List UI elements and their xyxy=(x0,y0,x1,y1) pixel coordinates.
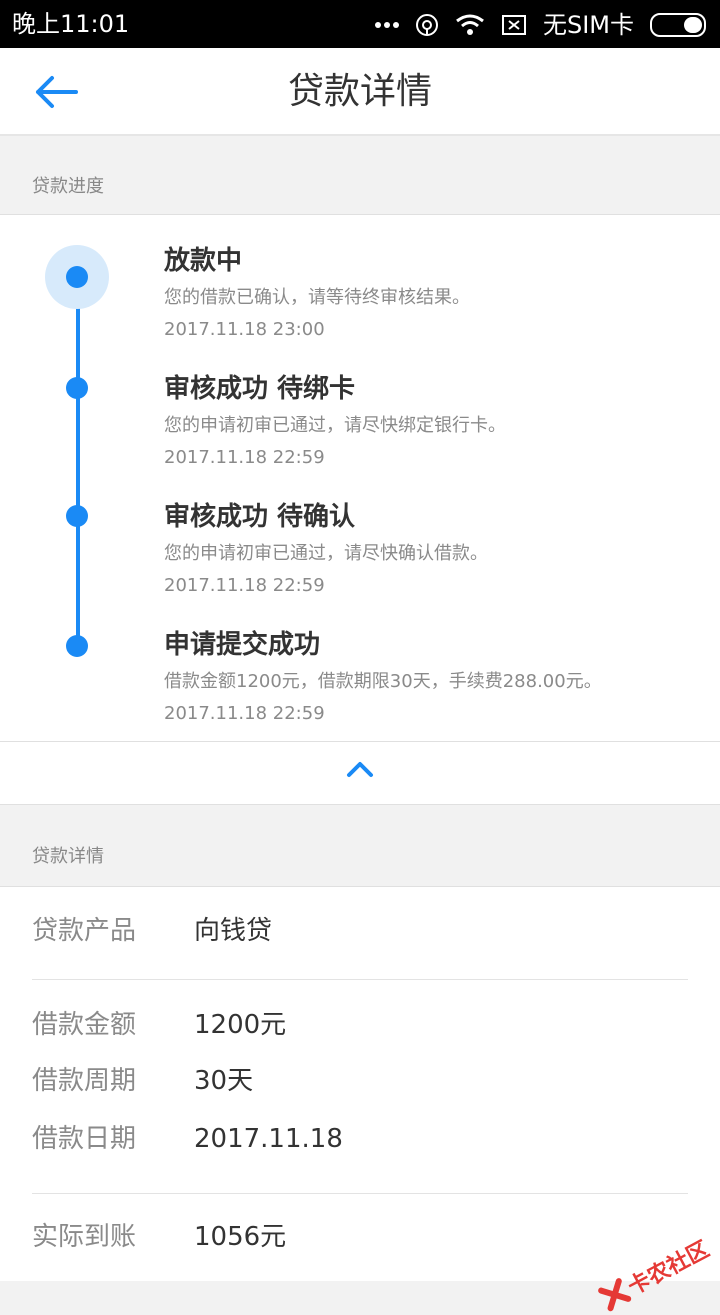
timeline-step: 放款中 您的借款已确认，请等待终审核结果。 2017.11.18 23:00 xyxy=(164,245,704,341)
detail-label: 借款金额 xyxy=(32,1010,137,1040)
detail-row-product: 贷款产品 向钱贷 xyxy=(32,911,688,951)
step-description: 您的借款已确认，请等待终审核结果。 xyxy=(164,287,470,308)
timeline-step: 审核成功 待绑卡 您的申请初审已通过，请尽快绑定银行卡。 2017.11.18 … xyxy=(164,373,704,469)
step-title: 审核成功 待确认 xyxy=(164,502,356,532)
detail-label: 借款日期 xyxy=(32,1124,137,1154)
top-app-bar: 贷款详情 xyxy=(0,48,720,136)
status-icons: 无SIM卡 xyxy=(374,8,706,42)
status-time: 晚上11:01 xyxy=(12,10,130,38)
step-title: 申请提交成功 xyxy=(164,630,321,660)
chevron-up-icon xyxy=(347,762,373,777)
timeline-step: 申请提交成功 借款金额1200元，借款期限30天，手续费288.00元。 201… xyxy=(164,629,704,725)
timeline-line xyxy=(76,275,80,647)
divider xyxy=(32,1193,688,1194)
step-time: 2017.11.18 22:59 xyxy=(164,447,325,468)
detail-row-period: 借款周期 30天 xyxy=(32,1061,688,1101)
page-title: 贷款详情 xyxy=(287,71,432,112)
timeline-dot xyxy=(66,505,88,527)
step-description: 您的申请初审已通过，请尽快确认借款。 xyxy=(164,543,488,564)
detail-label: 借款周期 xyxy=(32,1066,137,1096)
timeline-step: 审核成功 待确认 您的申请初审已通过，请尽快确认借款。 2017.11.18 2… xyxy=(164,501,704,597)
divider xyxy=(32,979,688,980)
progress-section-title: 贷款进度 xyxy=(32,176,104,197)
step-title: 审核成功 待绑卡 xyxy=(164,374,356,404)
timeline-dot xyxy=(66,635,88,657)
battery-icon xyxy=(650,13,706,37)
detail-row-received: 实际到账 1056元 xyxy=(32,1217,688,1257)
step-title: 放款中 xyxy=(164,246,243,276)
timeline-dot-current xyxy=(66,266,88,288)
step-description: 借款金额1200元，借款期限30天，手续费288.00元。 xyxy=(164,671,602,692)
step-time: 2017.11.18 23:00 xyxy=(164,319,325,340)
step-time: 2017.11.18 22:59 xyxy=(164,703,325,724)
detail-label: 贷款产品 xyxy=(32,916,137,946)
detail-value: 30天 xyxy=(194,1066,254,1096)
more-dots-icon xyxy=(374,22,399,28)
detail-value: 1056元 xyxy=(194,1222,287,1252)
hotspot-icon xyxy=(415,14,438,36)
step-time: 2017.11.18 22:59 xyxy=(164,575,325,596)
detail-section-header: 贷款详情 xyxy=(0,806,720,884)
no-sim-icon xyxy=(501,15,526,35)
step-description: 您的申请初审已通过，请尽快绑定银行卡。 xyxy=(164,415,506,436)
carrier-label: 无SIM卡 xyxy=(542,11,634,39)
loan-detail-card: 贷款产品 向钱贷 借款金额 1200元 借款周期 30天 借款日期 2017.1… xyxy=(0,886,720,1281)
detail-label: 实际到账 xyxy=(32,1222,137,1252)
detail-value: 2017.11.18 xyxy=(194,1124,343,1154)
progress-section-header: 贷款进度 xyxy=(0,136,720,214)
detail-row-amount: 借款金额 1200元 xyxy=(32,1005,688,1045)
detail-value: 向钱贷 xyxy=(194,916,273,946)
progress-timeline: 放款中 您的借款已确认，请等待终审核结果。 2017.11.18 23:00 审… xyxy=(0,214,720,742)
collapse-progress-button[interactable] xyxy=(0,742,720,805)
timeline-dot xyxy=(66,377,88,399)
wifi-icon xyxy=(456,14,484,35)
detail-value: 1200元 xyxy=(194,1010,287,1040)
status-bar: 晚上11:01 无SIM卡 xyxy=(0,0,720,48)
detail-row-date: 借款日期 2017.11.18 xyxy=(32,1119,688,1159)
detail-section-title: 贷款详情 xyxy=(32,846,104,867)
